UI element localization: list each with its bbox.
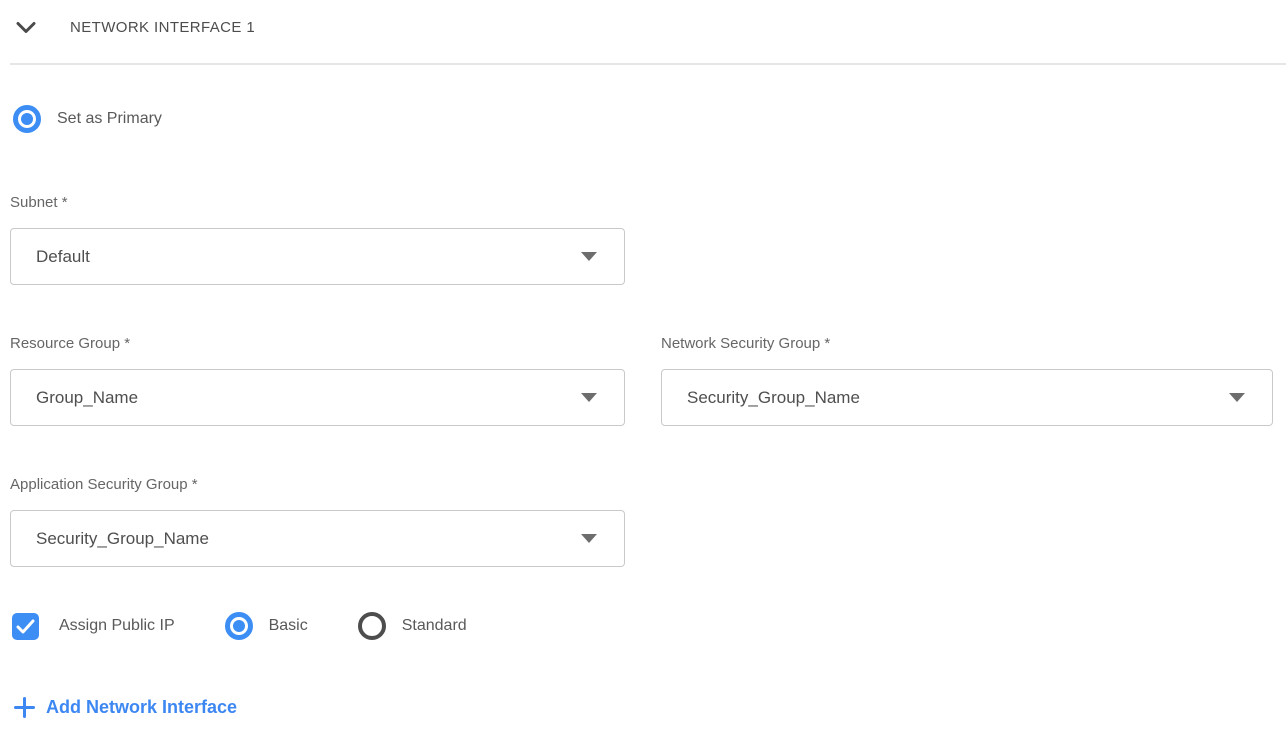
primary-radio-selected-icon [13,105,41,133]
sku-option-basic[interactable]: Basic [225,612,308,640]
caret-down-icon [581,393,597,402]
assign-public-ip-label: Assign Public IP [59,617,175,635]
resource-group-dropdown[interactable]: Group_Name [10,369,625,426]
resource-group-field: Resource Group * Group_Name [10,335,625,426]
standard-radio-unselected-icon [358,612,386,640]
collapse-toggle-button[interactable] [15,16,37,38]
chevron-down-icon [16,21,36,34]
section-title: NETWORK INTERFACE 1 [70,19,255,36]
public-ip-options-row: Assign Public IP Basic Standard [12,611,1272,641]
add-network-interface-link[interactable]: Add Network Interface [14,697,237,718]
section-divider [10,63,1286,65]
caret-down-icon [581,534,597,543]
application-security-group-dropdown[interactable]: Security_Group_Name [10,510,625,567]
network-security-group-field: Network Security Group * Security_Group_… [661,335,1273,426]
basic-radio-selected-icon [225,612,253,640]
caret-down-icon [1229,393,1245,402]
network-security-group-dropdown[interactable]: Security_Group_Name [661,369,1273,426]
set-as-primary-option[interactable]: Set as Primary [13,104,1272,134]
assign-public-ip-option[interactable]: Assign Public IP [12,613,175,640]
standard-radio-label: Standard [402,617,467,635]
network-security-group-value: Security_Group_Name [687,388,860,408]
subnet-value: Default [36,247,90,267]
network-interface-section: NETWORK INTERFACE 1 Set as Primary Subne… [0,0,1286,718]
network-security-group-label: Network Security Group * [661,335,1273,353]
subnet-field: Subnet * Default [10,194,1272,285]
group-fields-row: Resource Group * Group_Name Network Secu… [10,335,1272,426]
sku-option-standard[interactable]: Standard [358,612,467,640]
section-header: NETWORK INTERFACE 1 [10,12,1272,42]
application-security-group-value: Security_Group_Name [36,529,209,549]
subnet-dropdown[interactable]: Default [10,228,625,285]
application-security-group-field: Application Security Group * Security_Gr… [10,476,1272,567]
resource-group-value: Group_Name [36,388,138,408]
plus-icon [14,697,35,718]
add-network-interface-label: Add Network Interface [46,697,237,718]
resource-group-label: Resource Group * [10,335,625,353]
primary-radio-label: Set as Primary [57,110,162,128]
caret-down-icon [581,252,597,261]
checkbox-checked-icon [12,613,39,640]
basic-radio-label: Basic [269,617,308,635]
application-security-group-label: Application Security Group * [10,476,1272,494]
subnet-label: Subnet * [10,194,1272,212]
